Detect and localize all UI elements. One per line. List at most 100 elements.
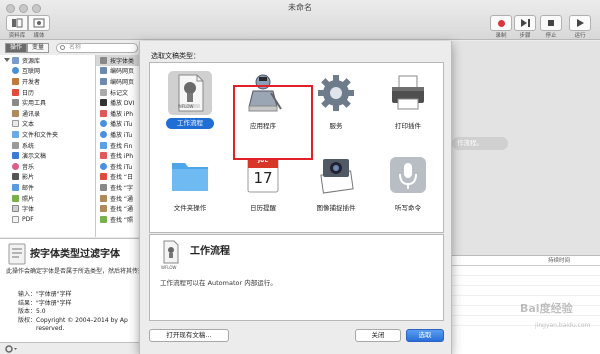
action-item[interactable]: 标记文 xyxy=(96,87,140,98)
encode-icon xyxy=(100,77,107,85)
library-root[interactable]: 资源库 xyxy=(0,55,95,66)
tab-actions[interactable]: 操作 xyxy=(5,43,27,53)
type-workflow-label: 工作流程 xyxy=(166,118,214,129)
action-title: 按字体类型过滤字体 xyxy=(30,249,120,260)
open-existing-button[interactable]: 打开现有文稿... xyxy=(149,329,229,342)
log-duration-header[interactable]: 持续时间 xyxy=(452,256,600,266)
action-item[interactable]: 编码网页 xyxy=(96,66,140,77)
workflow-icon xyxy=(163,240,179,264)
itunes-icon xyxy=(100,120,107,128)
media-label: 媒体 xyxy=(33,33,45,39)
record-button[interactable] xyxy=(490,15,512,31)
search-placeholder: 名称 xyxy=(69,44,82,51)
developer-icon xyxy=(12,77,19,85)
search-icon xyxy=(60,45,65,50)
action-item[interactable]: 播放 DVI xyxy=(96,97,140,108)
search-input[interactable]: 名称 xyxy=(56,43,138,53)
library-item[interactable]: 字体 xyxy=(0,203,95,214)
preview-title: 工作流程 xyxy=(190,246,230,257)
run-label: 运行 xyxy=(574,33,586,39)
choose-button[interactable]: 选取 xyxy=(406,329,444,342)
contacts-icon xyxy=(100,194,107,202)
library-item[interactable]: 互联网 xyxy=(0,66,95,77)
action-item[interactable]: 查找 iTu xyxy=(96,161,140,172)
media-icon xyxy=(33,18,45,28)
action-item[interactable]: 查找 “字 xyxy=(96,182,140,193)
text-icon xyxy=(12,120,19,128)
type-calendar-alarm[interactable]: JUL 17 日历提醒 xyxy=(227,149,299,227)
document-type-sheet: 选取文稿类型： WFLOW 工作流程 应用程序 服务 打印插件 文件夹操作 JU… xyxy=(139,41,452,354)
action-item[interactable]: 查找 “通 xyxy=(96,203,140,214)
play-icon xyxy=(576,19,584,27)
library-item[interactable]: PDF xyxy=(0,214,95,225)
action-item[interactable]: 查找 Fin xyxy=(96,140,140,151)
finder-icon xyxy=(100,141,107,149)
action-info-panel: 按字体类型过滤字体 此操作会确定字体是否属于所选类型，然后将其传递下一个操作。 … xyxy=(0,238,140,342)
actions-list: 按字体类 编码网页 编码网页 标记文 播放 DVI 播放 iPh 播放 iTu … xyxy=(96,55,140,237)
globe-icon xyxy=(12,67,19,75)
preview-description: 工作流程可以在 Automator 内部运行。 xyxy=(160,279,277,287)
library-item[interactable]: 邮件 xyxy=(0,182,95,193)
photos-icon xyxy=(12,194,19,202)
type-workflow[interactable]: WFLOW 工作流程 xyxy=(154,67,226,145)
action-item[interactable]: 播放 iTu xyxy=(96,129,140,140)
library-item[interactable]: 影片 xyxy=(0,172,95,183)
close-button[interactable]: 关闭 xyxy=(355,329,401,342)
action-item[interactable]: 查找 “通 xyxy=(96,193,140,204)
type-dictation-command[interactable]: 听写命令 xyxy=(372,149,444,227)
font-filter-icon xyxy=(8,243,26,265)
library-item[interactable]: 日历 xyxy=(0,87,95,98)
font-icon xyxy=(100,183,107,191)
type-preview: WFLOW 工作流程 工作流程可以在 Automator 内部运行。 xyxy=(149,234,444,321)
library-item[interactable]: 文本 xyxy=(0,119,95,130)
encode-icon xyxy=(100,67,107,75)
gear-icon[interactable] xyxy=(4,344,18,354)
type-folder-action[interactable]: 文件夹操作 xyxy=(154,149,226,227)
selection-highlight-box xyxy=(233,85,313,160)
action-item[interactable]: 播放 iTu xyxy=(96,119,140,130)
library-item[interactable]: 文件和文件夹 xyxy=(0,129,95,140)
sheet-title: 选取文稿类型： xyxy=(151,52,200,60)
utilities-icon xyxy=(12,99,19,107)
photos-icon xyxy=(100,215,107,223)
type-dictation-label: 听写命令 xyxy=(395,204,421,212)
action-item[interactable]: 查找 “日 xyxy=(96,172,140,183)
step-button[interactable] xyxy=(514,15,536,31)
action-item[interactable]: 编码网页 xyxy=(96,76,140,87)
action-item[interactable]: 播放 iPh xyxy=(96,108,140,119)
tab-variables[interactable]: 变量 xyxy=(27,43,49,53)
type-image-capture-plugin[interactable]: 图像捕捉插件 xyxy=(300,149,372,227)
movie-icon xyxy=(12,173,19,181)
library-toggle-button[interactable] xyxy=(6,15,28,31)
iphoto-icon xyxy=(100,152,107,160)
action-metadata: 输入："字体册"字样 结果："字体册"字样 版本：5.0 版权：Copyrigh… xyxy=(18,291,128,332)
printer-icon xyxy=(392,75,424,110)
action-description: 此操作会确定字体是否属于所选类型，然后将其传递下一个操作。 xyxy=(6,268,140,275)
library-item[interactable]: 系统 xyxy=(0,140,95,151)
library-item[interactable]: 照片 xyxy=(0,193,95,204)
action-item[interactable]: 查找 “照 xyxy=(96,214,140,225)
library-icon xyxy=(12,56,19,64)
type-print-plugin[interactable]: 打印插件 xyxy=(372,67,444,145)
library-item[interactable]: 通讯录 xyxy=(0,108,95,119)
library-item[interactable]: 演示文稿 xyxy=(0,150,95,161)
iphoto-icon xyxy=(100,109,107,117)
action-item[interactable]: 按字体类 xyxy=(96,55,140,66)
media-button[interactable] xyxy=(28,15,50,31)
calendar-icon xyxy=(100,173,107,181)
stop-button[interactable] xyxy=(540,15,562,31)
music-icon xyxy=(12,162,19,170)
bottom-toolbar xyxy=(0,342,140,354)
library-icon xyxy=(12,18,23,28)
image-capture-icon xyxy=(320,159,354,194)
folder-icon xyxy=(12,130,19,138)
watermark: Bai度经验 xyxy=(520,302,573,315)
wflow-tag: WFLOW xyxy=(161,265,177,270)
library-item[interactable]: 实用工具 xyxy=(0,97,95,108)
library-item[interactable]: 音乐 xyxy=(0,161,95,172)
run-button[interactable] xyxy=(569,15,591,31)
type-calendar-alarm-label: 日历提醒 xyxy=(250,204,276,212)
itunes-icon xyxy=(100,162,107,170)
action-item[interactable]: 查找 iPh xyxy=(96,150,140,161)
library-item[interactable]: 开发者 xyxy=(0,76,95,87)
